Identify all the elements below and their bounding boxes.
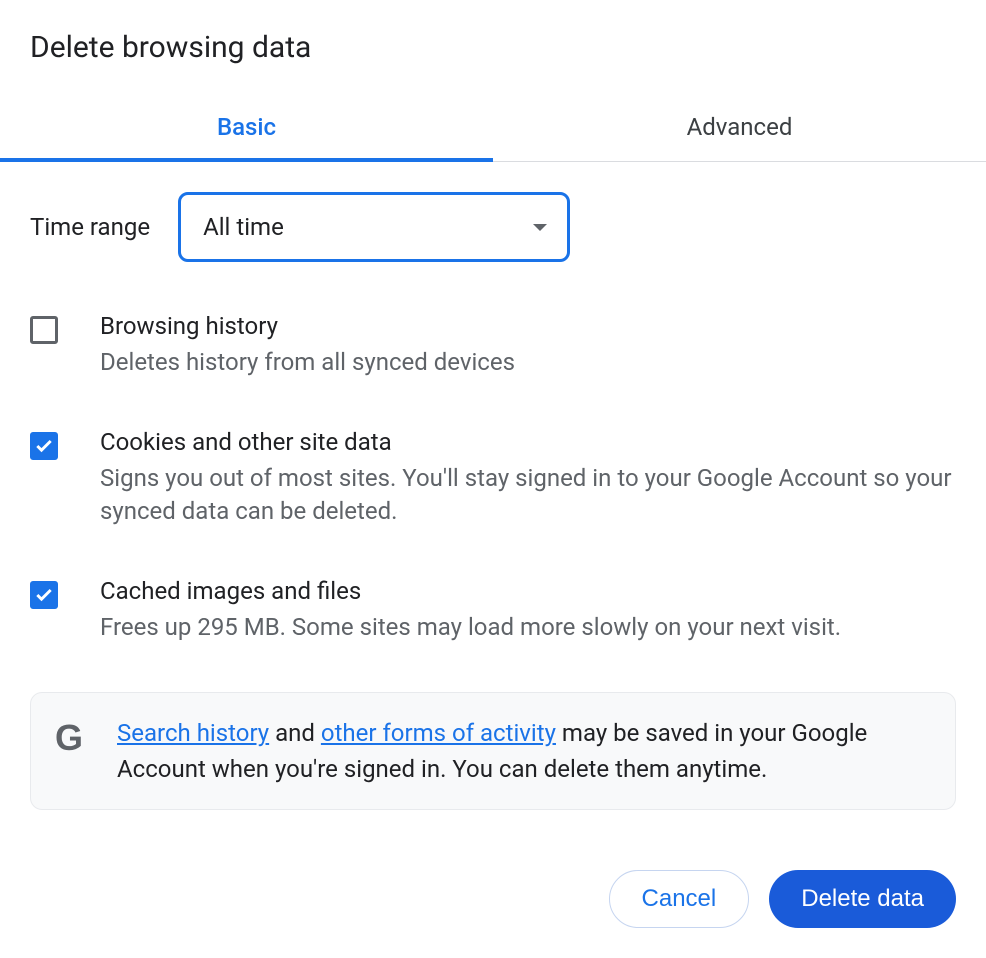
link-search-history[interactable]: Search history — [117, 719, 269, 747]
tab-advanced-label: Advanced — [687, 113, 793, 141]
option-title: Cookies and other site data — [100, 428, 956, 456]
info-mid1: and — [269, 719, 321, 747]
dialog-content: Time range All time Browsing history Del… — [30, 162, 956, 810]
option-desc: Signs you out of most sites. You'll stay… — [100, 462, 956, 529]
time-range-label: Time range — [30, 213, 150, 241]
option-browsing-history: Browsing history Deletes history from al… — [30, 312, 956, 380]
option-desc: Frees up 295 MB. Some sites may load mor… — [100, 611, 956, 645]
dialog-actions: Cancel Delete data — [0, 810, 986, 958]
tabs: Basic Advanced — [0, 95, 986, 162]
delete-browsing-data-dialog: Delete browsing data Basic Advanced Time… — [0, 0, 986, 810]
time-range-select[interactable]: All time — [178, 192, 570, 262]
cancel-button[interactable]: Cancel — [609, 870, 750, 928]
checkbox-cache[interactable] — [30, 581, 58, 609]
option-title: Cached images and files — [100, 577, 956, 605]
checkbox-cookies[interactable] — [30, 432, 58, 460]
time-range-row: Time range All time — [30, 192, 956, 262]
option-text: Cookies and other site data Signs you ou… — [100, 428, 956, 529]
google-info-box: G Search history and other forms of acti… — [30, 692, 956, 810]
caret-down-icon — [533, 224, 547, 231]
check-icon — [34, 585, 54, 605]
tab-advanced[interactable]: Advanced — [493, 95, 986, 161]
option-text: Browsing history Deletes history from al… — [100, 312, 956, 380]
check-icon — [34, 436, 54, 456]
link-other-activity[interactable]: other forms of activity — [321, 719, 556, 747]
tab-basic-label: Basic — [217, 113, 276, 141]
checkbox-browsing-history[interactable] — [30, 316, 58, 344]
option-cache: Cached images and files Frees up 295 MB.… — [30, 577, 956, 645]
option-text: Cached images and files Frees up 295 MB.… — [100, 577, 956, 645]
option-cookies: Cookies and other site data Signs you ou… — [30, 428, 956, 529]
tab-basic[interactable]: Basic — [0, 95, 493, 161]
option-desc: Deletes history from all synced devices — [100, 346, 956, 380]
time-range-value: All time — [203, 213, 284, 241]
info-text: Search history and other forms of activi… — [117, 715, 933, 787]
delete-data-button[interactable]: Delete data — [769, 870, 956, 928]
google-logo-icon: G — [55, 717, 81, 759]
dialog-title: Delete browsing data — [30, 30, 956, 65]
option-title: Browsing history — [100, 312, 956, 340]
